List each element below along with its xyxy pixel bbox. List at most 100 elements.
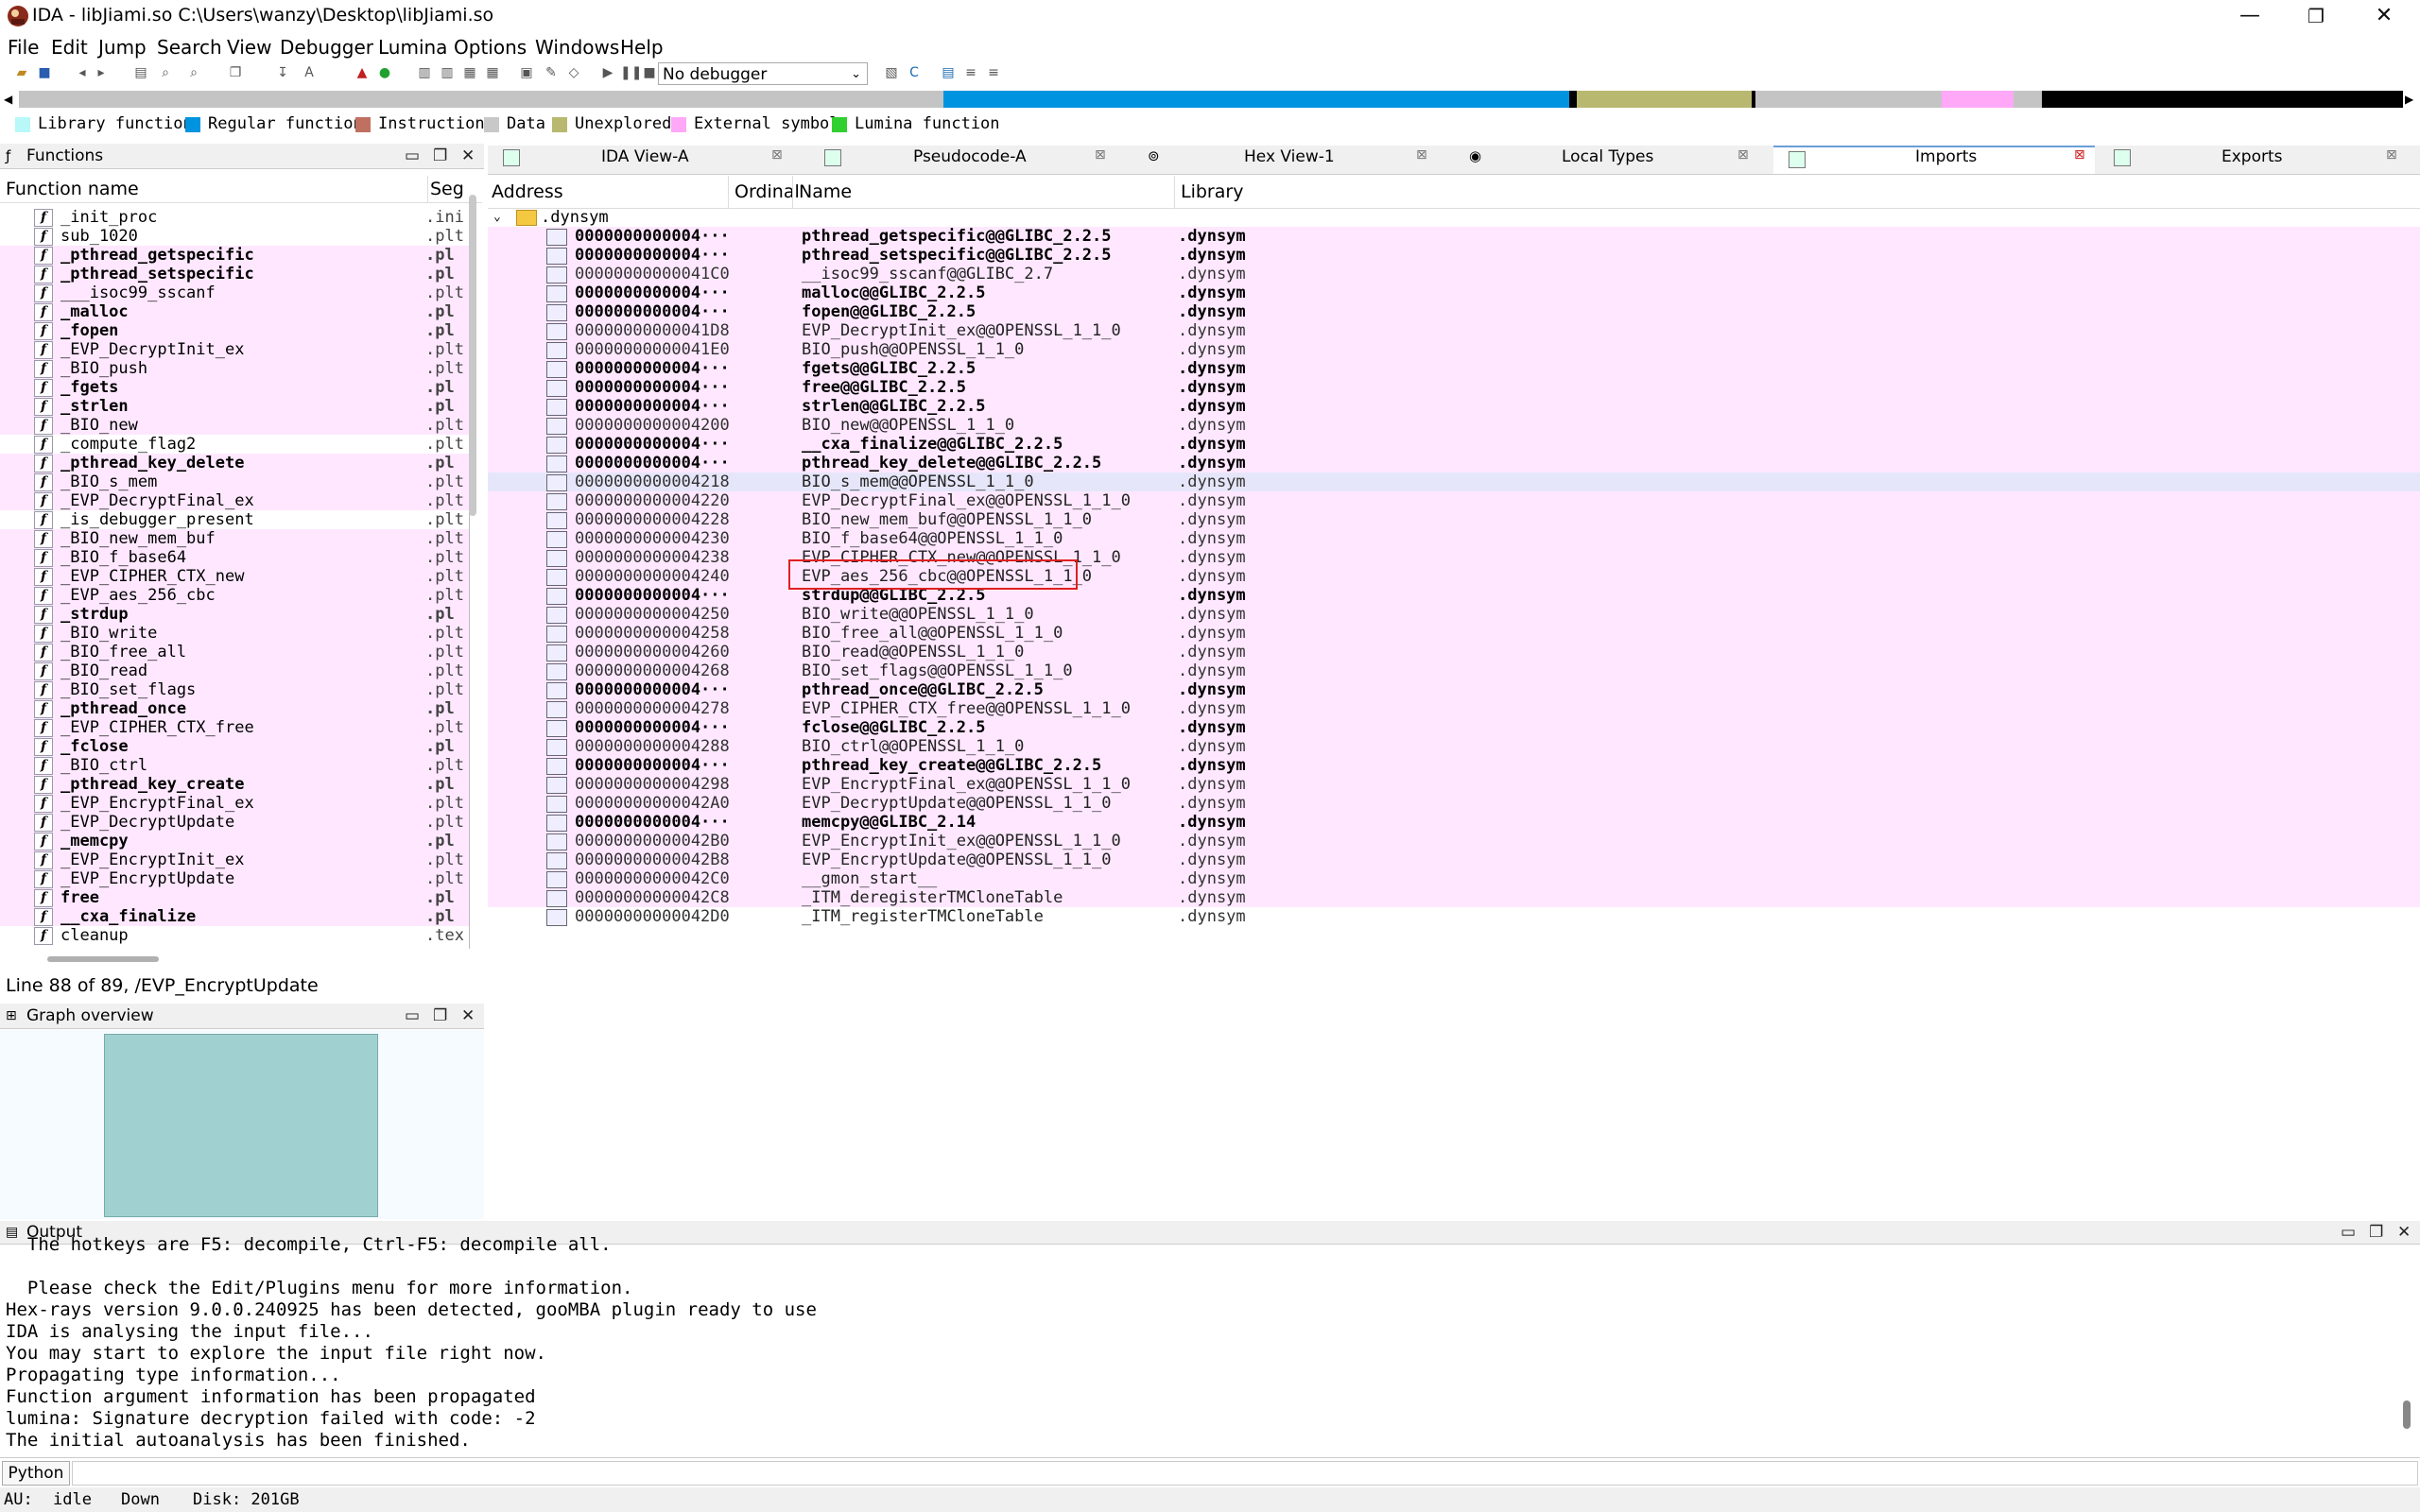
data-icon[interactable]: ▥ [439, 64, 456, 81]
binary-search-icon[interactable]: ⌕ [185, 64, 202, 81]
tab-hex-view-close-icon[interactable]: ⊠ [1416, 147, 1427, 163]
col-ordinal[interactable]: Ordinal [728, 176, 800, 208]
tab-imports-active[interactable]: Imports ⊠ [1773, 146, 2095, 174]
open-folder-icon[interactable]: ▰ [13, 64, 30, 81]
function-row[interactable]: f _init_proc .ini [0, 208, 469, 227]
list-icon[interactable]: ≡ [962, 64, 979, 81]
import-row[interactable]: 0000000000004··· memcpy@@GLIBC_2.14 .dynsy… [488, 813, 2420, 832]
col-library[interactable]: Library [1174, 176, 1243, 208]
import-row[interactable]: 0000000000004278 EVP_CIPHER_CTX_free@@OPE… [488, 699, 2420, 718]
function-row[interactable]: f _BIO_write .plt [0, 624, 469, 643]
function-row[interactable]: f _pthread_setspecific .pl [0, 265, 469, 284]
function-row[interactable]: f _EVP_EncryptFinal_ex .plt [0, 794, 469, 813]
function-row[interactable]: f _BIO_ctrl .plt [0, 756, 469, 775]
function-row[interactable]: f _fopen .pl [0, 321, 469, 340]
function-row[interactable]: f _is_debugger_present .plt [0, 510, 469, 529]
lumina-icon[interactable]: ● [376, 64, 393, 81]
menu-edit[interactable]: Edit [51, 34, 88, 60]
import-row[interactable]: 00000000000042B8 EVP_EncryptUpdate@@OPENS… [488, 850, 2420, 869]
array-icon[interactable]: ▦ [484, 64, 501, 81]
import-row[interactable]: 00000000000042A0 EVP_DecryptUpdate@@OPENS… [488, 794, 2420, 813]
function-row[interactable]: f _BIO_f_base64 .plt [0, 548, 469, 567]
layout-icon[interactable]: ▤ [940, 64, 957, 81]
struct-icon[interactable]: ▦ [461, 64, 478, 81]
tab-hex-view[interactable]: Hex View-1 [1244, 147, 1335, 166]
menu-help[interactable]: Help [620, 34, 664, 60]
menu-jump[interactable]: Jump [98, 34, 147, 60]
function-row[interactable]: f _pthread_key_delete .pl [0, 454, 469, 472]
graph-minimize-icon[interactable]: ▭ [405, 1004, 420, 1028]
import-row[interactable]: 0000000000004298 EVP_EncryptFinal_ex@@OPE… [488, 775, 2420, 794]
undefine-icon[interactable]: ▣ [518, 64, 535, 81]
output-vscroll-thumb[interactable] [2403, 1400, 2411, 1429]
import-row[interactable]: 0000000000004··· fopen@@GLIBC_2.2.5 .dynsy… [488, 302, 2420, 321]
col-name[interactable]: Name [792, 176, 852, 208]
pause-icon[interactable]: ❚❚ [620, 64, 642, 81]
import-row[interactable]: 0000000000004258 BIO_free_all@@OPENSSL_1_… [488, 624, 2420, 643]
command-input[interactable] [72, 1461, 2418, 1486]
function-row[interactable]: f _EVP_EncryptUpdate .plt [0, 869, 469, 888]
import-row[interactable]: 0000000000004··· pthread_getspecific@@GLI… [488, 227, 2420, 246]
import-row[interactable]: 0000000000004··· pthread_setspecific@@GLI… [488, 246, 2420, 265]
menu-windows[interactable]: Windows [535, 34, 619, 60]
hex-rays-icon[interactable]: ▧ [883, 64, 900, 81]
close-window-button[interactable]: ✕ [2356, 0, 2412, 34]
col-segment[interactable]: Seg [427, 176, 464, 202]
function-row[interactable]: f _malloc .pl [0, 302, 469, 321]
function-row[interactable]: f _pthread_getspecific .pl [0, 246, 469, 265]
function-row[interactable]: f _BIO_read .plt [0, 662, 469, 680]
import-row[interactable]: 0000000000004230 BIO_f_base64@@OPENSSL_1_… [488, 529, 2420, 548]
menu-lumina[interactable]: Lumina [378, 34, 447, 60]
import-row[interactable]: 0000000000004··· pthread_key_delete@@GLIB… [488, 454, 2420, 472]
tab-pseudocode[interactable]: Pseudocode-A [913, 147, 1027, 166]
minimize-button[interactable]: — [2221, 0, 2278, 34]
copy-icon[interactable]: ❐ [227, 64, 244, 81]
tab-imports[interactable]: Imports [1915, 147, 1977, 166]
import-row[interactable]: 0000000000004··· strdup@@GLIBC_2.2.5 .dyns… [488, 586, 2420, 605]
function-row[interactable]: f _BIO_set_flags .plt [0, 680, 469, 699]
import-row[interactable]: 0000000000004250 BIO_write@@OPENSSL_1_1_0… [488, 605, 2420, 624]
import-row[interactable]: 0000000000004240 EVP_aes_256_cbc@@OPENSSL… [488, 567, 2420, 586]
import-row[interactable]: 00000000000041D8 EVP_DecryptInit_ex@@OPEN… [488, 321, 2420, 340]
col-function-name[interactable]: Function name [6, 176, 139, 202]
run-icon[interactable]: ▶ [599, 64, 616, 81]
function-row[interactable]: f _EVP_DecryptInit_ex .plt [0, 340, 469, 359]
rename-icon[interactable]: ✎ [543, 64, 560, 81]
tab-ida-view-close-icon[interactable]: ⊠ [771, 147, 783, 163]
import-row[interactable]: 0000000000004··· pthread_key_create@@GLIB… [488, 756, 2420, 775]
tab-exports-close-icon[interactable]: ⊠ [2386, 147, 2397, 163]
col-address[interactable]: Address [492, 176, 563, 208]
import-row[interactable]: 0000000000004288 BIO_ctrl@@OPENSSL_1_1_0.… [488, 737, 2420, 756]
graph-overview-viewport[interactable] [104, 1034, 378, 1217]
function-row[interactable]: f _EVP_aes_256_cbc .plt [0, 586, 469, 605]
function-row[interactable]: f _BIO_new_mem_buf .plt [0, 529, 469, 548]
import-row[interactable]: 0000000000004··· fclose@@GLIBC_2.2.5 .dyns… [488, 718, 2420, 737]
function-row[interactable]: f _BIO_s_mem .plt [0, 472, 469, 491]
forward-icon[interactable]: ▸ [93, 64, 110, 81]
function-row[interactable]: f sub_1020 .plt [0, 227, 469, 246]
function-row[interactable]: f _EVP_CIPHER_CTX_free .plt [0, 718, 469, 737]
graph-close-icon[interactable]: ✕ [461, 1004, 475, 1028]
function-row[interactable]: f _memcpy .pl [0, 832, 469, 850]
function-row[interactable]: f _BIO_push .plt [0, 359, 469, 378]
maximize-button[interactable]: ❐ [2288, 0, 2344, 34]
graph-icon[interactable]: ▲ [354, 64, 371, 81]
functions-vscroll-thumb[interactable] [469, 195, 476, 516]
function-row[interactable]: f _fclose .pl [0, 737, 469, 756]
panel-float-icon[interactable]: ❐ [433, 144, 447, 168]
panel-minimize-icon[interactable]: ▭ [405, 144, 420, 168]
import-row[interactable]: 00000000000041E0 BIO_push@@OPENSSL_1_1_0.… [488, 340, 2420, 359]
function-row[interactable]: f __cxa_finalize .pl [0, 907, 469, 926]
python-button[interactable]: Python [2, 1461, 70, 1486]
import-row[interactable]: 0000000000004238 EVP_CIPHER_CTX_new@@OPEN… [488, 548, 2420, 567]
panel-close-icon[interactable]: ✕ [461, 144, 475, 168]
menu-search[interactable]: Search [157, 34, 222, 60]
import-row[interactable]: 00000000000041C0 __isoc99_sscanf@@GLIBC_2… [488, 265, 2420, 284]
nav-right-icon[interactable]: ▶ [2405, 91, 2418, 108]
import-row[interactable]: 00000000000042C0 __gmon_start__ .dynsym [488, 869, 2420, 888]
import-row[interactable]: 0000000000004··· malloc@@GLIBC_2.2.5 .dyns… [488, 284, 2420, 302]
function-row[interactable]: f free .pl [0, 888, 469, 907]
tab-local-types[interactable]: Local Types [1562, 147, 1653, 166]
tab-imports-close-icon[interactable]: ⊠ [2074, 147, 2085, 163]
import-row[interactable]: 00000000000042D0 _ITM_registerTMCloneTabl… [488, 907, 2420, 926]
